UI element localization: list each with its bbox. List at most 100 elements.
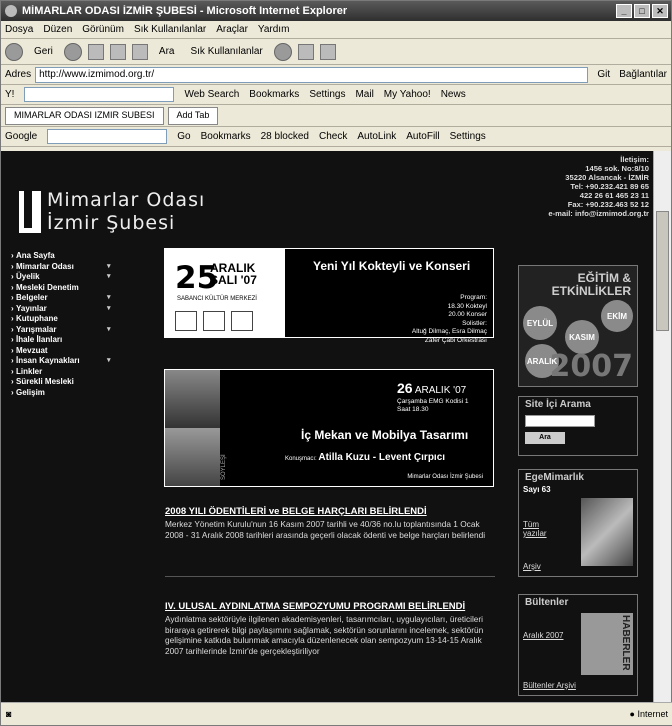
nav-item[interactable]: Belgeler (11, 293, 141, 304)
menu-edit[interactable]: Düzen (43, 24, 72, 35)
google-autolink-button[interactable]: AutoLink (357, 131, 396, 142)
contact-email[interactable]: e-mail: info@izmimod.org.tr (548, 209, 649, 218)
refresh-icon[interactable] (109, 43, 126, 60)
banner2-month: ARALIK '07 (414, 385, 467, 396)
menu-favorites[interactable]: Sık Kullanılanlar (134, 24, 206, 35)
ie-logo-icon (5, 5, 17, 17)
menu-file[interactable]: Dosya (5, 24, 33, 35)
nav-item[interactable]: İhale İlanları (11, 335, 141, 346)
close-button[interactable]: ✕ (652, 4, 668, 18)
yahoo-bookmarks-button[interactable]: Bookmarks (249, 89, 299, 100)
google-bookmarks-button[interactable]: Bookmarks (201, 131, 251, 142)
nav-item[interactable]: Mesleki Denetim (11, 283, 141, 294)
checker-decoration-icon (277, 296, 293, 312)
program-line: Solistler: (462, 319, 487, 327)
google-search-input[interactable] (47, 129, 168, 144)
nav-item[interactable]: Ana Sayfa (11, 251, 141, 262)
logo-mark-icon (19, 191, 41, 233)
globe-icon: ● (629, 709, 638, 719)
menu-view[interactable]: Görünüm (82, 24, 124, 35)
go-button[interactable]: Git (592, 68, 615, 81)
event-banner-concert[interactable]: 25 ARALIK SALI '07 SABANCI KÜLTÜR MERKEZİ… (164, 248, 494, 344)
contact-fax: Fax: +90.232.463 52 12 (567, 200, 649, 209)
news-item: IV. ULUSAL AYDINLATMA SEMPOZYUMU PROGRAM… (165, 601, 495, 656)
add-tab-button[interactable]: Add Tab (167, 106, 219, 125)
contact-info: İletişim: 1456 sok. No:8/10 35220 Alsanc… (548, 155, 649, 218)
yahoo-settings-button[interactable]: Settings (309, 89, 345, 100)
bulletin-cover[interactable]: HABERLER (581, 613, 633, 675)
ege-all-link[interactable]: Tüm yazılar (523, 520, 547, 538)
bulletin-cover-label: HABERLER (620, 615, 631, 671)
favorites-button[interactable]: Sık Kullanılanlar (185, 45, 267, 58)
place-line: Çarşamba EMG Kodisi 1 (397, 398, 469, 405)
place-line: Saat 18.30 (397, 406, 429, 413)
banner-label: SÖYLEŞİ (221, 454, 227, 480)
vertical-scrollbar[interactable] (653, 151, 671, 704)
search-button[interactable]: Ara (154, 45, 180, 58)
bulletin-archive-link[interactable]: Bültenler Arşivi (523, 681, 576, 690)
stop-icon[interactable] (87, 43, 104, 60)
history-icon[interactable] (273, 42, 292, 61)
yahoo-news-button[interactable]: News (441, 89, 466, 100)
nav-item[interactable]: Mevzuat (11, 346, 141, 357)
events-box[interactable]: EĞİTİM & ETKİNLİKLER EYLÜL KASIM EKİM ARA… (518, 265, 638, 387)
nav-item[interactable]: Yarışmalar (11, 325, 141, 336)
yahoo-search-input[interactable] (24, 87, 175, 102)
nav-item[interactable]: Kutuphane (11, 314, 141, 325)
minimize-button[interactable]: _ (616, 4, 632, 18)
nav-item[interactable]: Mimarlar Odası (11, 262, 141, 273)
menu-help[interactable]: Yardım (258, 24, 290, 35)
google-go-button[interactable]: Go (177, 131, 190, 142)
home-icon[interactable] (131, 43, 148, 60)
speakers-label: Konuşmacı: (285, 456, 317, 462)
links-label[interactable]: Bağlantılar (619, 69, 667, 80)
forward-arrow-icon[interactable] (63, 42, 82, 61)
site-search-button[interactable]: Ara (525, 432, 565, 444)
yahoo-logo-icon[interactable]: Y! (5, 89, 14, 100)
magazine-cover[interactable] (581, 498, 633, 566)
ege-archive-link[interactable]: Arşiv (523, 562, 541, 571)
news-title-link[interactable]: 2008 YILI ÖDENTİLERİ ve BELGE HARÇLARI B… (165, 506, 495, 517)
mail-icon[interactable] (297, 43, 314, 60)
google-check-button[interactable]: Check (319, 131, 347, 142)
google-blocked-button[interactable]: 28 blocked (261, 131, 309, 142)
maximize-button[interactable]: □ (634, 4, 650, 18)
print-icon[interactable] (319, 43, 336, 60)
site-search-input[interactable] (525, 415, 595, 427)
google-autofill-button[interactable]: AutoFill (406, 131, 439, 142)
nav-item-cont[interactable]: Gelişim (11, 388, 141, 399)
nav-item[interactable]: İnsan Kaynakları (11, 356, 141, 367)
yahoo-mail-button[interactable]: Mail (355, 89, 373, 100)
back-button[interactable]: Geri (29, 45, 58, 58)
web-page: Mimarlar Odası İzmir Şubesi İletişim: 145… (1, 151, 655, 704)
scroll-thumb[interactable] (656, 211, 669, 331)
nav-item[interactable]: Sürekli Mesleki (11, 377, 141, 388)
browser-window: MİMARLAR ODASI İZMİR ŞUBESİ - Microsoft … (0, 0, 672, 726)
google-settings-button[interactable]: Settings (450, 131, 486, 142)
banner-venue: SABANCI KÜLTÜR MERKEZİ (177, 296, 257, 302)
bulletin-issue-link[interactable]: Aralık 2007 (523, 631, 563, 640)
news-text: Aydınlatma sektörüyle ilgilenen akademis… (165, 614, 484, 656)
tab-active[interactable]: MIMARLAR ODASI IZMIR SUBESI (5, 106, 164, 125)
back-arrow-icon[interactable] (5, 42, 23, 61)
site-logo[interactable]: Mimarlar Odası İzmir Şubesi (19, 189, 205, 235)
divider (165, 576, 495, 577)
menu-tools[interactable]: Araçlar (216, 24, 248, 35)
events-title-1: EĞİTİM & (577, 271, 631, 285)
program-line: 20.00 Konser (448, 311, 487, 318)
address-input[interactable]: http://www.izmimod.org.tr/ (35, 66, 589, 83)
yahoo-toolbar: Y! Web Search Bookmarks Settings Mail My… (1, 85, 671, 105)
nav-item[interactable]: Yayınlar (11, 304, 141, 315)
event-banner-talk[interactable]: SÖYLEŞİ 26 ARALIK '07 Çarşamba EMG Kodis… (164, 369, 494, 487)
month-ekim[interactable]: EKİM (601, 300, 633, 332)
month-eylul[interactable]: EYLÜL (523, 306, 557, 340)
contact-address-2: 35220 Alsancak - İZMİR (565, 173, 649, 182)
nav-item[interactable]: Üyelik (11, 272, 141, 283)
egemimarlik-box: EgeMimarlık Sayı 63 Tüm yazılar Arşiv (518, 469, 638, 577)
news-title-link[interactable]: IV. ULUSAL AYDINLATMA SEMPOZYUMU PROGRAM… (165, 601, 495, 612)
yahoo-my-yahoo-button[interactable]: My Yahoo! (384, 89, 431, 100)
site-search-box: Site İçi Arama Ara (518, 396, 638, 456)
yahoo-web-search-button[interactable]: Web Search (184, 89, 239, 100)
news-text: Merkez Yönetim Kurulu'nun 16 Kasım 2007 … (165, 519, 486, 540)
nav-item[interactable]: Linkler (11, 367, 141, 378)
